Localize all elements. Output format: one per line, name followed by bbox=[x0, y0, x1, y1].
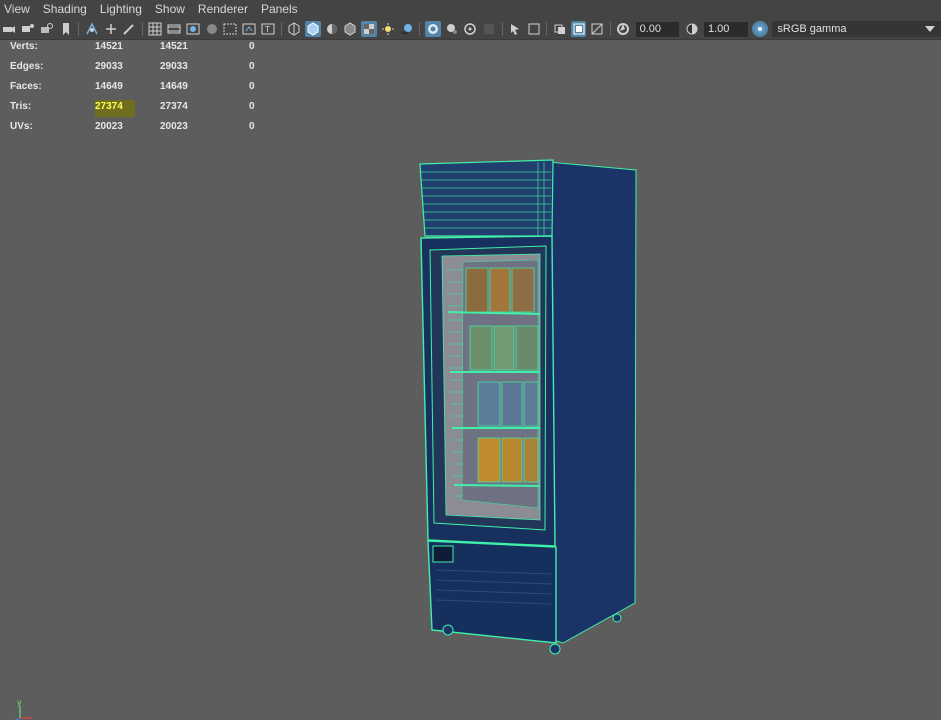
hud-value: 29033 bbox=[95, 61, 123, 72]
hud-row-verts: Verts: 14521 14521 0 bbox=[10, 40, 270, 60]
hud-value: 20023 bbox=[160, 121, 188, 132]
hud-value: 14521 bbox=[95, 41, 123, 52]
hud-row-tris: Tris: 27374 27374 0 bbox=[10, 100, 270, 120]
hud-value: 0 bbox=[249, 61, 255, 72]
fridge-model[interactable] bbox=[419, 159, 637, 655]
hud-value-highlighted: 27374 bbox=[95, 100, 135, 117]
hud-value: 0 bbox=[249, 101, 255, 112]
bottle-row-3 bbox=[477, 381, 539, 427]
view-axis-gizmo: y bbox=[14, 698, 32, 720]
hud-value: 14649 bbox=[160, 81, 188, 92]
hud-label: Faces: bbox=[10, 81, 42, 92]
hud-value: 0 bbox=[249, 81, 255, 92]
bottle-row-1 bbox=[465, 267, 535, 313]
hud-row-faces: Faces: 14649 14649 0 bbox=[10, 80, 270, 100]
hud-label: UVs: bbox=[10, 121, 33, 132]
hud-value: 14521 bbox=[160, 41, 188, 52]
bottle-row-2 bbox=[469, 325, 539, 371]
poly-count-hud: Verts: 14521 14521 0 Edges: 29033 29033 … bbox=[10, 40, 270, 140]
hud-label: Tris: bbox=[10, 101, 32, 112]
axis-y-label: y bbox=[17, 698, 22, 707]
hud-value: 27374 bbox=[160, 101, 188, 112]
hud-value: 0 bbox=[249, 121, 255, 132]
hud-value: 20023 bbox=[95, 121, 123, 132]
hud-value: 0 bbox=[249, 41, 255, 52]
hud-row-edges: Edges: 29033 29033 0 bbox=[10, 60, 270, 80]
hud-label: Edges: bbox=[10, 61, 44, 72]
hud-value: 29033 bbox=[160, 61, 188, 72]
bottle-row-4 bbox=[477, 437, 539, 483]
hud-label: Verts: bbox=[10, 41, 38, 52]
hud-row-uvs: UVs: 20023 20023 0 bbox=[10, 120, 270, 140]
hud-value: 14649 bbox=[95, 81, 123, 92]
